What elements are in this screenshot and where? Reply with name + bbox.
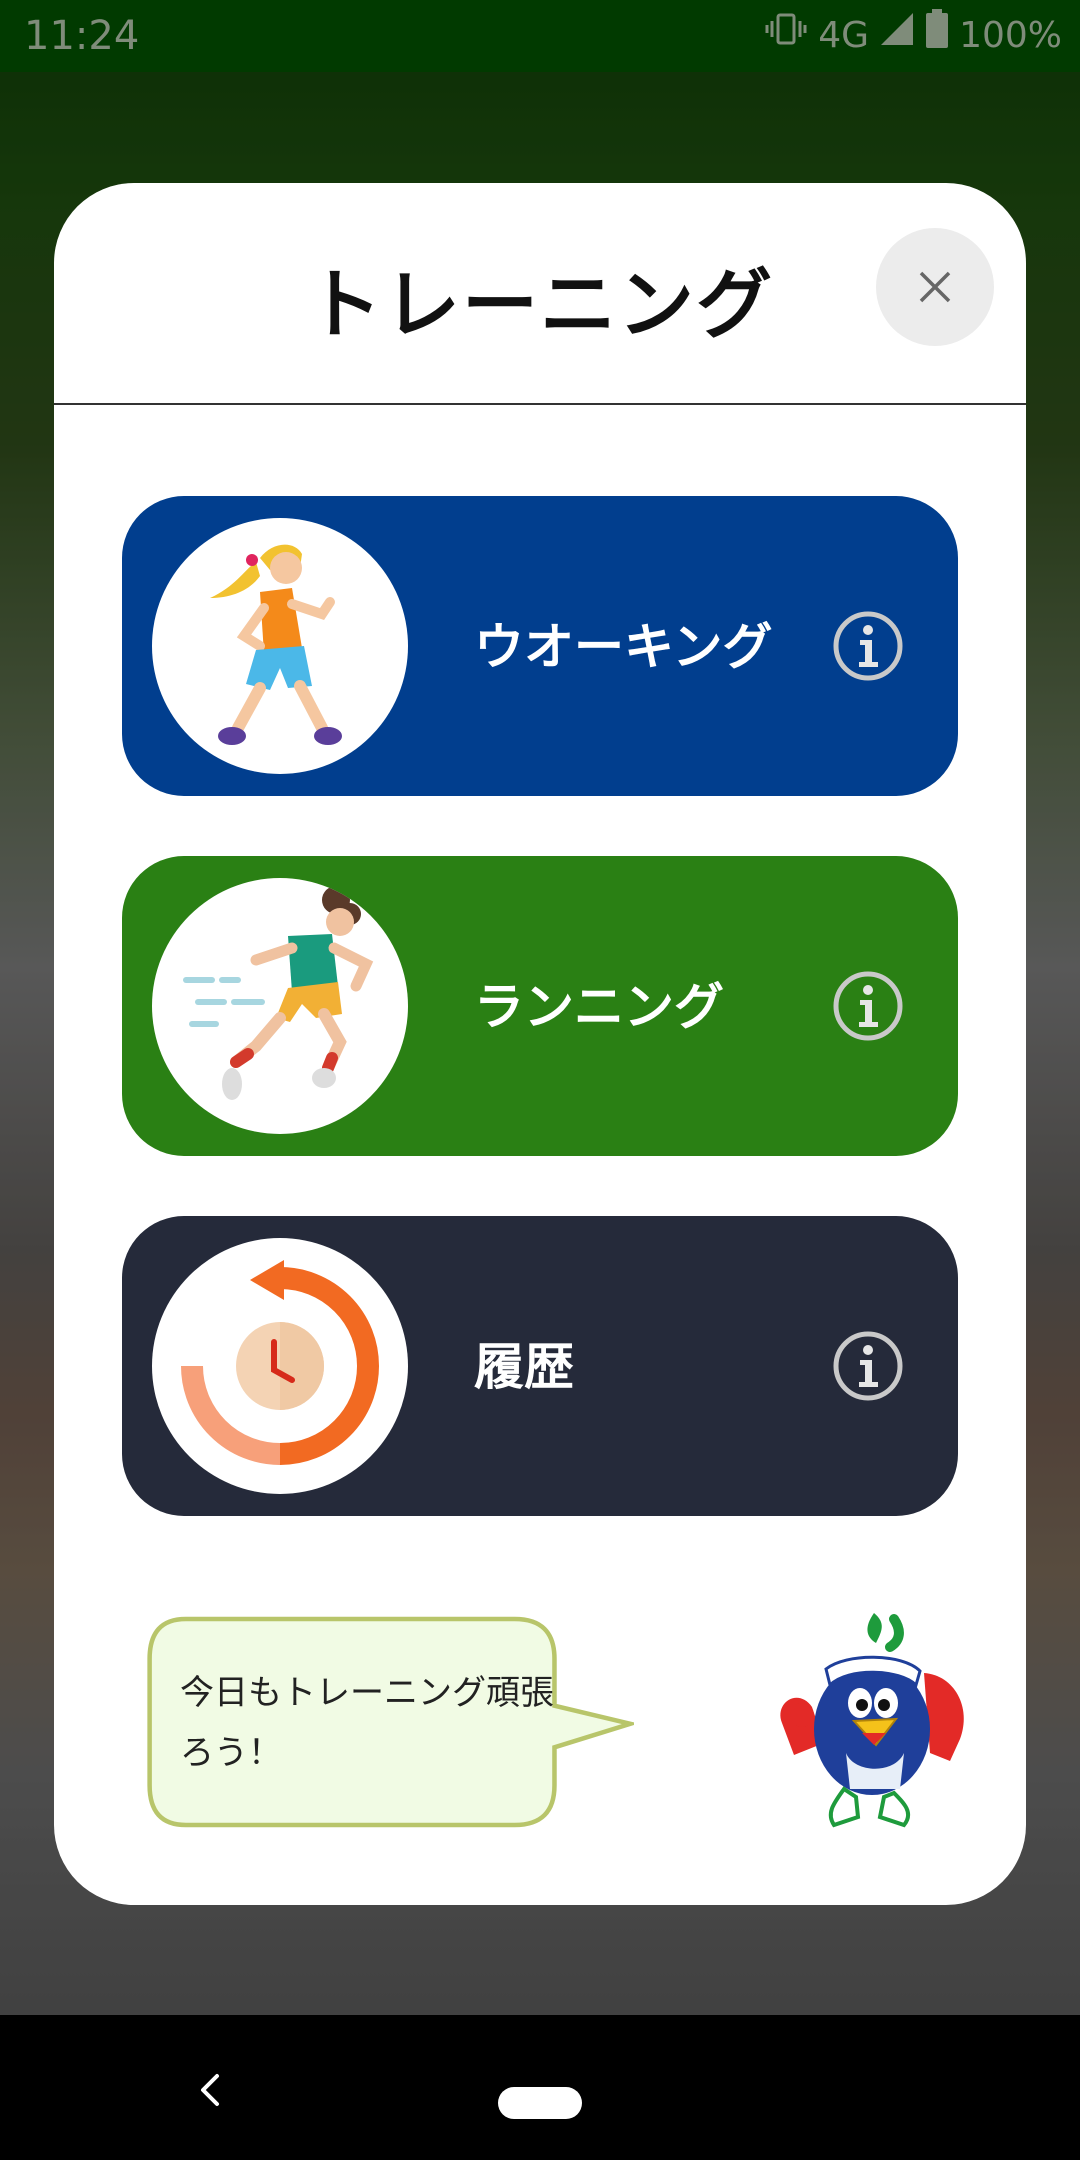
info-icon	[833, 611, 903, 681]
close-icon	[919, 271, 951, 303]
signal-icon	[879, 10, 915, 62]
running-button[interactable]: ランニング	[122, 856, 958, 1156]
speech-line-2: ろう！	[180, 1733, 282, 1773]
status-icons: 4G 100%	[764, 8, 1062, 64]
history-label: 履歴	[474, 1338, 574, 1396]
info-icon	[833, 1331, 903, 1401]
walking-button[interactable]: ウオーキング	[122, 496, 958, 796]
walking-info-button[interactable]	[832, 610, 904, 682]
running-person-icon	[152, 878, 408, 1134]
speech-text: 今日もトレーニング頑張 ろう！	[180, 1663, 590, 1783]
network-type: 4G	[818, 15, 870, 56]
history-clock-icon	[152, 1238, 408, 1494]
battery-icon	[925, 8, 949, 64]
walking-person-icon	[152, 518, 408, 774]
history-button[interactable]: 履歴	[122, 1216, 958, 1516]
running-info-button[interactable]	[832, 970, 904, 1042]
close-button[interactable]	[876, 228, 994, 346]
mascot-bird-icon	[780, 1613, 964, 1828]
training-modal: トレーニング ウオーキング ランニング 履歴 今日もトレーニング頑張 ろう！	[54, 183, 1026, 1905]
back-chevron-icon[interactable]	[195, 2070, 225, 2110]
info-icon	[833, 971, 903, 1041]
modal-header: トレーニング	[54, 183, 1026, 405]
navigation-bar	[0, 2015, 1080, 2160]
history-info-button[interactable]	[832, 1330, 904, 1402]
speech-line-1: 今日もトレーニング頑張	[180, 1673, 554, 1713]
battery-percent: 100%	[959, 15, 1062, 56]
running-label: ランニング	[474, 978, 724, 1036]
status-time: 11:24	[24, 13, 140, 59]
vibrate-icon	[764, 10, 808, 62]
status-bar: 11:24 4G 100%	[0, 0, 1080, 72]
home-pill-icon[interactable]	[498, 2087, 582, 2119]
walking-label: ウオーキング	[474, 618, 773, 676]
